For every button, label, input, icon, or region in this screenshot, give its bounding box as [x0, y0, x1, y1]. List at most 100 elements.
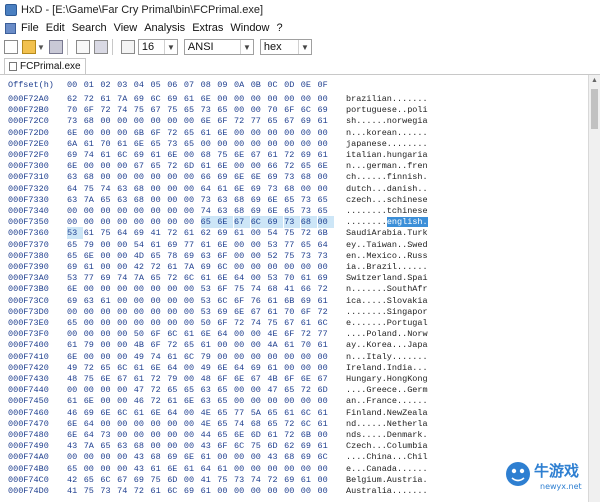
- hex-byte[interactable]: 53: [201, 295, 217, 307]
- hex-byte[interactable]: 61: [318, 149, 334, 161]
- hex-byte[interactable]: 69: [134, 227, 150, 239]
- hex-byte[interactable]: 65: [151, 138, 167, 150]
- hex-byte[interactable]: 61: [267, 306, 283, 318]
- charset-select[interactable]: ANSI ▼: [183, 39, 254, 55]
- hex-byte[interactable]: 61: [184, 463, 200, 475]
- hex-byte[interactable]: 00: [117, 171, 133, 183]
- text-selection[interactable]: english.: [386, 217, 428, 228]
- menu-search[interactable]: Search: [72, 22, 107, 34]
- hex-byte[interactable]: 61: [67, 339, 83, 351]
- hex-row[interactable]: 000F74D0 41 75 73 74 72 61 6C 69 61 00 00 00 00 00 00 00…: [0, 485, 588, 497]
- hex-byte[interactable]: 69: [167, 239, 183, 251]
- hex-byte[interactable]: 77: [84, 272, 100, 284]
- hex-byte[interactable]: 65: [301, 160, 317, 172]
- hex-byte[interactable]: 00: [117, 115, 133, 127]
- hex-byte[interactable]: 69: [267, 171, 283, 183]
- hex-row[interactable]: 000F7370 65 79 00 00 54 61 69 77 61 6E 00 00 53 77 65 64…: [0, 239, 588, 251]
- hex-byte[interactable]: 69: [100, 272, 116, 284]
- hex-byte[interactable]: 00: [284, 261, 300, 273]
- hex-row[interactable]: 000F72F0 69 74 61 6C 69 61 6E 00 68 75 6E 67 61 72 69 61…: [0, 149, 588, 161]
- hex-byte[interactable]: 69: [67, 149, 83, 161]
- hex-byte[interactable]: 00: [134, 216, 150, 228]
- hex-byte[interactable]: 61: [184, 328, 200, 340]
- hex-byte[interactable]: 00: [251, 160, 267, 172]
- hex-row[interactable]: 000F7480 6E 64 73 00 00 00 00 00 44 65 6E 6D 61 72 6B 00…: [0, 429, 588, 441]
- hex-byte[interactable]: 00: [167, 418, 183, 430]
- hex-byte[interactable]: 6F: [217, 115, 233, 127]
- hex-byte[interactable]: 00: [184, 295, 200, 307]
- hex-byte[interactable]: 00: [100, 395, 116, 407]
- hex-byte[interactable]: 00: [167, 205, 183, 217]
- hex-byte[interactable]: 61: [151, 463, 167, 475]
- hex-row[interactable]: 000F74B0 65 00 00 00 43 61 6E 61 64 61 00 00 00 00 00 00…: [0, 463, 588, 475]
- hex-byte[interactable]: 00: [234, 339, 250, 351]
- hex-byte[interactable]: 65: [267, 115, 283, 127]
- hex-byte[interactable]: 7A: [84, 194, 100, 206]
- hex-byte[interactable]: 69: [251, 194, 267, 206]
- hex-byte[interactable]: 61: [84, 261, 100, 273]
- hex-byte[interactable]: 00: [134, 317, 150, 329]
- new-file-icon[interactable]: [4, 40, 18, 54]
- hex-byte[interactable]: 63: [67, 194, 83, 206]
- hex-byte[interactable]: 72: [167, 160, 183, 172]
- text-column[interactable]: Czech...Columbia: [346, 440, 428, 452]
- hex-byte[interactable]: 6E: [234, 171, 250, 183]
- hex-byte[interactable]: 00: [167, 216, 183, 228]
- hex-byte[interactable]: 74: [251, 474, 267, 486]
- hex-byte[interactable]: 00: [67, 451, 83, 463]
- hex-byte[interactable]: 61: [84, 227, 100, 239]
- hex-byte[interactable]: 69: [134, 93, 150, 105]
- hex-byte[interactable]: 68: [151, 451, 167, 463]
- hex-byte[interactable]: 00: [301, 127, 317, 139]
- hex-byte[interactable]: 00: [151, 183, 167, 195]
- chevron-down-icon[interactable]: ▼: [163, 40, 177, 54]
- hex-byte[interactable]: 65: [267, 407, 283, 419]
- hex-byte[interactable]: 00: [251, 463, 267, 475]
- hex-byte[interactable]: 6C: [217, 295, 233, 307]
- hex-byte[interactable]: 6C: [184, 351, 200, 363]
- hex-byte[interactable]: 41: [67, 485, 83, 497]
- hex-byte[interactable]: 00: [301, 138, 317, 150]
- hex-row[interactable]: 000F7440 00 00 00 00 47 72 65 65 63 65 00 00 47 65 72 6D…: [0, 384, 588, 396]
- hex-byte[interactable]: 00: [117, 339, 133, 351]
- hex-byte[interactable]: 6D: [267, 440, 283, 452]
- text-column[interactable]: nd......Netherla: [346, 418, 428, 430]
- hex-byte[interactable]: 00: [151, 283, 167, 295]
- hex-row[interactable]: 000F7470 6E 64 00 00 00 00 00 00 4E 65 74 68 65 72 6C 61…: [0, 418, 588, 430]
- hex-byte[interactable]: 69: [301, 440, 317, 452]
- hex-byte[interactable]: 00: [184, 362, 200, 374]
- hex-byte[interactable]: 67: [251, 306, 267, 318]
- hex-byte[interactable]: 00: [318, 171, 334, 183]
- hex-byte[interactable]: 6D: [318, 384, 334, 396]
- hex-byte[interactable]: 00: [301, 362, 317, 374]
- hex-byte[interactable]: 65: [301, 239, 317, 251]
- hex-byte[interactable]: 42: [67, 474, 83, 486]
- hex-byte[interactable]: 69: [318, 104, 334, 116]
- hex-byte[interactable]: 6F: [217, 440, 233, 452]
- hex-byte[interactable]: 00: [151, 295, 167, 307]
- hex-row[interactable]: 000F7300 6E 00 00 00 67 65 72 6D 61 6E 00 00 66 72 65 6E…: [0, 160, 588, 172]
- chevron-down-icon[interactable]: ▼: [297, 40, 311, 54]
- hex-byte[interactable]: 00: [201, 138, 217, 150]
- hex-byte[interactable]: 00: [284, 395, 300, 407]
- text-column[interactable]: italian.hungaria: [346, 149, 428, 161]
- hex-byte[interactable]: 68: [300, 216, 317, 229]
- hex-byte[interactable]: 6F: [151, 328, 167, 340]
- hex-byte[interactable]: 6E: [167, 463, 183, 475]
- hex-byte[interactable]: 00: [100, 127, 116, 139]
- hex-byte[interactable]: 61: [234, 227, 250, 239]
- hex-byte[interactable]: 69: [251, 362, 267, 374]
- hex-byte[interactable]: 6F: [217, 283, 233, 295]
- hex-byte[interactable]: 00: [100, 171, 116, 183]
- hex-byte[interactable]: 6E: [84, 250, 100, 262]
- hex-byte[interactable]: 00: [84, 351, 100, 363]
- hex-byte[interactable]: 69: [184, 250, 200, 262]
- hex-byte[interactable]: 00: [117, 351, 133, 363]
- hex-byte[interactable]: 63: [117, 440, 133, 452]
- hex-byte[interactable]: 6C: [167, 485, 183, 497]
- hex-byte[interactable]: 48: [201, 373, 217, 385]
- hex-byte[interactable]: 00: [251, 261, 267, 273]
- hex-byte[interactable]: 61: [318, 295, 334, 307]
- text-column[interactable]: an..France......: [346, 395, 428, 407]
- hex-byte[interactable]: 00: [151, 418, 167, 430]
